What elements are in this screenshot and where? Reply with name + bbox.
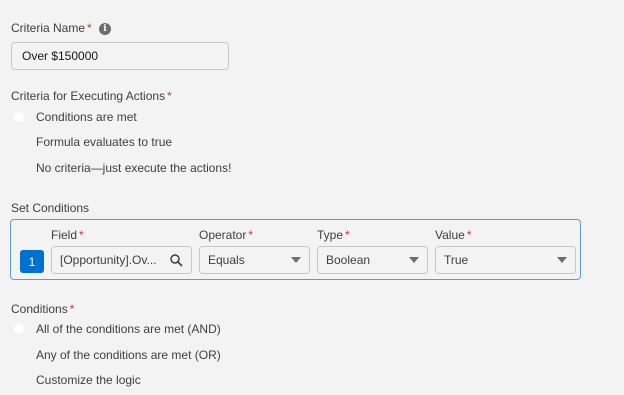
value-label-text: Value (435, 228, 465, 242)
radio-no-criteria[interactable]: No criteria—just execute the actions! (14, 159, 231, 177)
chevron-down-icon (291, 257, 301, 263)
operator-label-text: Operator (199, 228, 247, 242)
field-picker[interactable]: [Opportunity].Ov... (51, 246, 192, 274)
executing-actions-label-text: Criteria for Executing Actions (11, 89, 166, 103)
type-select[interactable]: Boolean (317, 246, 428, 274)
radio-label: All of the conditions are met (AND) (36, 322, 221, 336)
required-mark: * (79, 228, 84, 242)
criteria-name-input[interactable]: Over $150000 (11, 42, 229, 70)
radio-button[interactable] (14, 375, 24, 385)
conditions-label-text: Conditions (11, 302, 68, 316)
value-select[interactable]: True (435, 246, 576, 274)
radio-button[interactable] (14, 137, 24, 147)
required-mark: * (345, 228, 350, 242)
operator-label: Operator * (199, 228, 253, 242)
radio-button[interactable] (14, 350, 24, 360)
criteria-name-label-text: Criteria Name (11, 21, 86, 35)
radio-label: Formula evaluates to true (36, 135, 173, 149)
criteria-name-label: Criteria Name * (11, 21, 92, 35)
conditions-label: Conditions * (11, 302, 74, 316)
required-mark: * (248, 228, 254, 242)
type-value: Boolean (326, 253, 371, 267)
radio-button[interactable] (14, 324, 24, 334)
field-label-text: Field (51, 228, 78, 242)
executing-actions-label: Criteria for Executing Actions * (11, 89, 172, 103)
radio-button[interactable] (14, 112, 24, 122)
required-mark: * (87, 21, 92, 35)
radio-customize-logic[interactable]: Customize the logic (14, 371, 141, 389)
info-icon[interactable]: i (99, 23, 111, 35)
required-mark: * (69, 302, 75, 316)
radio-label: Customize the logic (36, 373, 141, 387)
radio-any-conditions[interactable]: Any of the conditions are met (OR) (14, 346, 221, 364)
required-mark: * (167, 89, 172, 103)
chevron-down-icon (557, 257, 567, 263)
radio-conditions-met[interactable]: Conditions are met (14, 108, 137, 126)
radio-label: Any of the conditions are met (OR) (36, 348, 221, 362)
condition-row-number: 1 (20, 250, 44, 273)
condition-row-box: 1 Field * [Opportunity].Ov... Operator * E… (10, 219, 581, 280)
chevron-down-icon (409, 257, 419, 263)
search-icon[interactable] (169, 253, 183, 267)
radio-formula-true[interactable]: Formula evaluates to true (14, 133, 172, 151)
value-value: True (444, 253, 469, 267)
field-value: [Opportunity].Ov... (60, 253, 157, 267)
operator-select[interactable]: Equals (199, 246, 310, 274)
criteria-name-value: Over $150000 (22, 49, 99, 63)
radio-label: No criteria—just execute the actions! (36, 161, 232, 175)
criteria-editor: Criteria Name * i Over $150000 Criteria f… (0, 0, 624, 395)
radio-button[interactable] (14, 163, 24, 173)
value-label: Value * (435, 228, 471, 242)
radio-label: Conditions are met (36, 110, 137, 124)
type-label: Type * (317, 228, 350, 242)
set-conditions-label: Set Conditions (11, 201, 90, 215)
field-label: Field * (51, 228, 84, 242)
operator-value: Equals (208, 253, 245, 267)
radio-all-conditions[interactable]: All of the conditions are met (AND) (14, 320, 221, 338)
type-label-text: Type (317, 228, 344, 242)
required-mark: * (466, 228, 472, 242)
